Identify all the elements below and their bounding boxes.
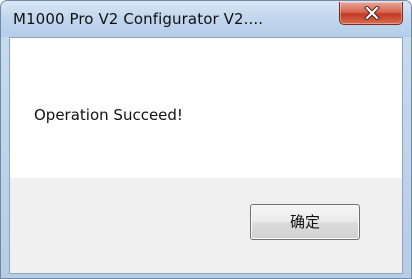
title-bar[interactable]: M1000 Pro V2 Configurator V2....: [1, 1, 411, 37]
message-area: Operation Succeed!: [10, 38, 402, 178]
dialog-content: Operation Succeed! 确定: [9, 37, 403, 274]
window-title: M1000 Pro V2 Configurator V2....: [13, 10, 264, 28]
dialog-window: M1000 Pro V2 Configurator V2.... Operati…: [0, 0, 412, 279]
close-icon: [364, 6, 380, 20]
close-button[interactable]: [339, 2, 403, 25]
message-text: Operation Succeed!: [34, 106, 183, 124]
ok-button[interactable]: 确定: [250, 204, 360, 240]
